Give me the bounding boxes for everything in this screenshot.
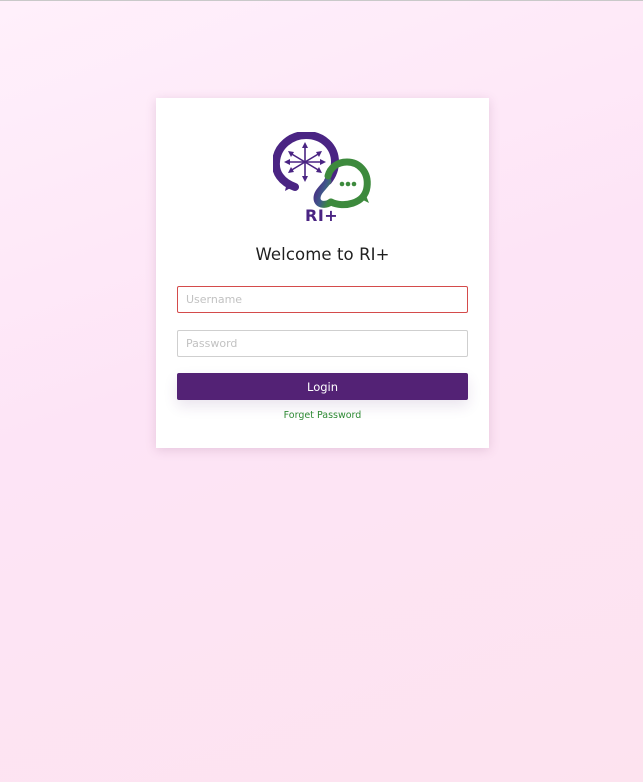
ri-plus-logo: RI+ [271, 130, 373, 228]
login-button[interactable]: Login [177, 373, 468, 400]
username-input[interactable] [177, 286, 468, 313]
login-card: RI+ Welcome to RI+ Login Forget Password [156, 98, 489, 448]
logo-text: RI+ [305, 206, 339, 225]
welcome-heading: Welcome to RI+ [255, 245, 390, 264]
password-input[interactable] [177, 330, 468, 357]
forget-password-link[interactable]: Forget Password [156, 410, 489, 421]
